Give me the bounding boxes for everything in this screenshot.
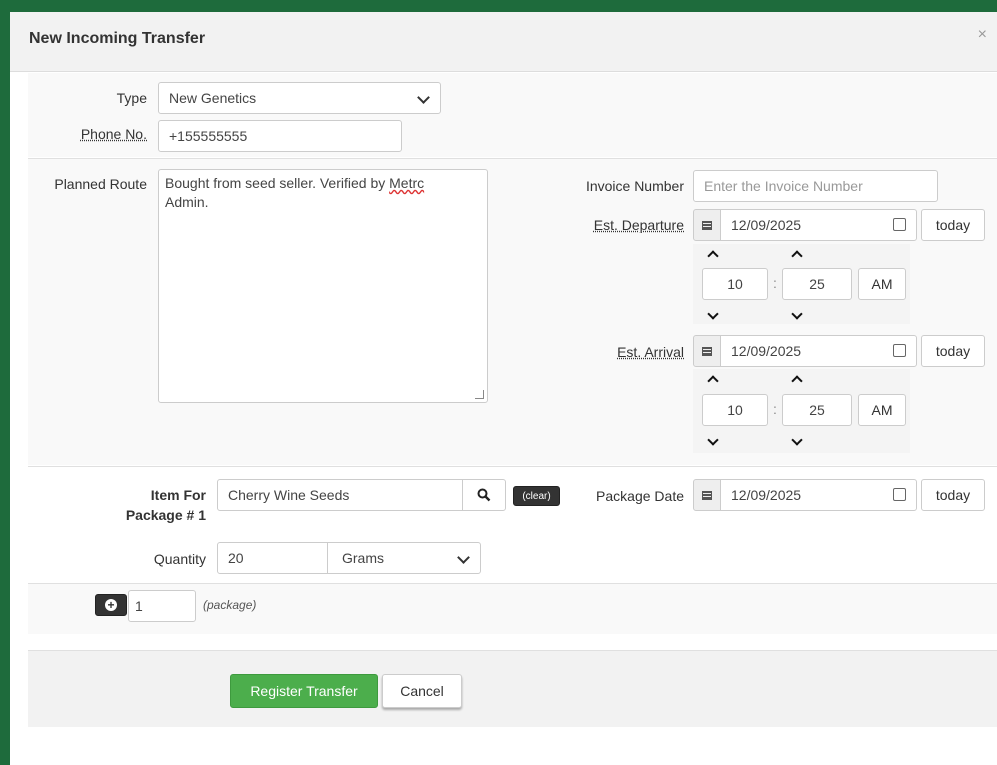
cancel-button[interactable]: Cancel bbox=[382, 674, 462, 708]
footer bbox=[28, 651, 997, 727]
time-colon: : bbox=[773, 275, 777, 291]
planned-route-misspelled: Metrc bbox=[389, 175, 425, 191]
arrival-date-input[interactable]: 12/09/2025 bbox=[720, 335, 917, 367]
package-suffix: (package) bbox=[203, 598, 257, 612]
date-picker-icon[interactable] bbox=[893, 344, 906, 357]
dialog-title: New Incoming Transfer bbox=[29, 30, 206, 47]
chevron-down-icon[interactable] bbox=[707, 436, 719, 448]
chevron-down-icon bbox=[457, 551, 470, 564]
chevron-down-icon[interactable] bbox=[707, 310, 719, 322]
register-transfer-button[interactable]: Register Transfer bbox=[230, 674, 378, 708]
departure-ampm-toggle[interactable]: AM bbox=[858, 268, 906, 300]
dialog-header: New Incoming Transfer × bbox=[10, 12, 997, 72]
departure-date-input[interactable]: 12/09/2025 bbox=[720, 209, 917, 241]
planned-route-label: Planned Route bbox=[54, 176, 147, 192]
today-button-departure[interactable]: today bbox=[921, 209, 985, 241]
quantity-value: 20 bbox=[228, 550, 244, 566]
quantity-label: Quantity bbox=[153, 551, 206, 567]
item-label: Item For Package # 1 bbox=[110, 485, 206, 525]
calendar-icon bbox=[693, 209, 721, 241]
phone-value: +155555555 bbox=[169, 128, 248, 144]
chevron-up-icon[interactable] bbox=[707, 248, 719, 260]
planned-route-textarea[interactable]: Bought from seed seller. Verified by Met… bbox=[158, 169, 488, 403]
arrival-hour-input[interactable]: 10 bbox=[702, 394, 768, 426]
arrival-minute-input[interactable]: 25 bbox=[782, 394, 852, 426]
chevron-up-icon[interactable] bbox=[791, 373, 803, 385]
plus-circle-icon: + bbox=[105, 599, 117, 611]
package-date-value: 12/09/2025 bbox=[731, 487, 802, 503]
phone-label: Phone No. bbox=[80, 126, 147, 142]
type-select-value: New Genetics bbox=[169, 90, 257, 106]
est-arrival-label: Est. Arrival bbox=[617, 344, 684, 360]
package-date-label: Package Date bbox=[596, 488, 684, 504]
unit-select[interactable]: Grams bbox=[327, 542, 481, 574]
clear-button[interactable]: (clear) bbox=[513, 486, 560, 506]
quantity-input[interactable]: 20 bbox=[217, 542, 328, 574]
departure-date-value: 12/09/2025 bbox=[731, 217, 802, 233]
invoice-placeholder: Enter the Invoice Number bbox=[704, 178, 863, 194]
departure-minute-input[interactable]: 25 bbox=[782, 268, 852, 300]
item-label-line-1: Item For bbox=[150, 487, 206, 503]
resize-handle[interactable] bbox=[475, 390, 484, 399]
chevron-down-icon[interactable] bbox=[791, 436, 803, 448]
dialog: New Incoming Transfer × Type New Genetic… bbox=[10, 12, 997, 765]
close-icon[interactable]: × bbox=[978, 26, 987, 44]
item-label-line-2: Package # 1 bbox=[125, 507, 206, 523]
chevron-down-icon[interactable] bbox=[791, 310, 803, 322]
type-select[interactable]: New Genetics bbox=[158, 82, 441, 114]
unit-value: Grams bbox=[342, 550, 384, 566]
search-icon bbox=[477, 488, 491, 502]
time-colon: : bbox=[773, 401, 777, 417]
item-input[interactable]: Cherry Wine Seeds bbox=[217, 479, 463, 511]
calendar-icon bbox=[693, 479, 721, 511]
date-picker-icon[interactable] bbox=[893, 488, 906, 501]
planned-route-text-2: Admin. bbox=[165, 194, 209, 210]
date-picker-icon[interactable] bbox=[893, 218, 906, 231]
item-value: Cherry Wine Seeds bbox=[228, 487, 350, 503]
add-package-button[interactable]: + bbox=[95, 594, 127, 616]
invoice-input[interactable]: Enter the Invoice Number bbox=[693, 170, 938, 202]
chevron-down-icon bbox=[417, 91, 430, 104]
calendar-icon bbox=[693, 335, 721, 367]
chevron-up-icon[interactable] bbox=[707, 373, 719, 385]
planned-route-text: Bought from seed seller. Verified by bbox=[165, 175, 390, 191]
est-departure-label: Est. Departure bbox=[593, 217, 684, 233]
phone-input[interactable]: +155555555 bbox=[158, 120, 402, 152]
arrival-date-value: 12/09/2025 bbox=[731, 343, 802, 359]
arrival-ampm-toggle[interactable]: AM bbox=[858, 394, 906, 426]
package-count-value: 1 bbox=[135, 598, 143, 614]
type-label: Type bbox=[116, 90, 147, 106]
package-date-input[interactable]: 12/09/2025 bbox=[720, 479, 917, 511]
package-count-input[interactable]: 1 bbox=[128, 590, 196, 622]
divider bbox=[28, 466, 997, 467]
today-button-package[interactable]: today bbox=[921, 479, 985, 511]
invoice-label: Invoice Number bbox=[585, 178, 684, 194]
chevron-up-icon[interactable] bbox=[791, 248, 803, 260]
search-button[interactable] bbox=[462, 479, 506, 511]
departure-hour-input[interactable]: 10 bbox=[702, 268, 768, 300]
today-button-arrival[interactable]: today bbox=[921, 335, 985, 367]
